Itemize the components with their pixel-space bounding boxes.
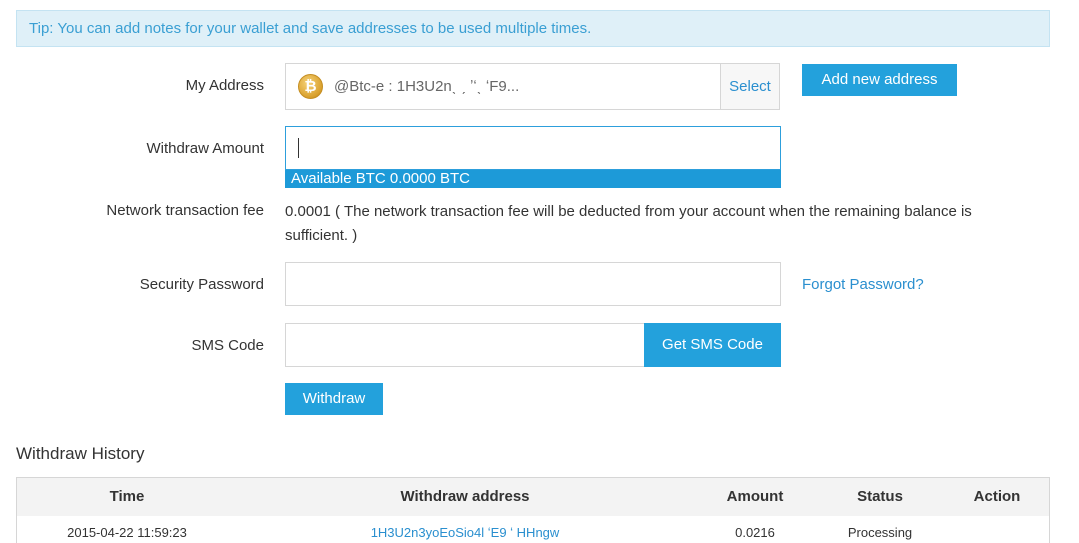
address-selector[interactable]: ₿ @Btc-e : 1H3U2nˎ ˏ ʼʻˎ ʻF9... Select [285, 63, 780, 110]
withdraw-history-table: Time Withdraw address Amount Status Acti… [16, 477, 1050, 543]
selected-address: @Btc-e : 1H3U2nˎ ˏ ʼʻˎ ʻF9... [334, 78, 520, 95]
security-password-label: Security Password [139, 276, 264, 293]
text-caret [298, 138, 299, 158]
column-header-status: Status [857, 488, 903, 505]
withdraw-amount-input[interactable] [285, 126, 781, 170]
sms-code-input[interactable] [285, 323, 645, 367]
sms-code-label: SMS Code [191, 337, 264, 354]
column-header-action: Action [973, 488, 1021, 505]
available-balance-hint: Available BTC 0.0000 BTC [285, 170, 781, 188]
row-address-link[interactable]: 1H3U2n3yoEoSio4l ʻE9 ʻ HHngw [317, 525, 613, 540]
withdraw-button[interactable]: Withdraw [285, 383, 383, 415]
column-header-amount: Amount [726, 488, 784, 505]
add-new-address-button[interactable]: Add new address [802, 64, 957, 96]
my-address-label: My Address [185, 77, 264, 94]
forgot-password-link[interactable]: Forgot Password? [802, 276, 924, 293]
security-password-input[interactable] [285, 262, 781, 306]
select-address-button[interactable]: Select [720, 64, 779, 109]
withdraw-history-title: Withdraw History [16, 444, 145, 463]
network-fee-text: 0.0001 ( The network transaction fee wil… [285, 203, 972, 244]
column-header-address: Withdraw address [400, 488, 530, 505]
bitcoin-icon: ₿ [298, 74, 323, 99]
network-fee-label: Network transaction fee [106, 202, 264, 219]
column-header-time: Time [109, 488, 145, 505]
row-time: 2015-04-22 11:59:23 [67, 525, 187, 540]
row-status: Processing [847, 525, 913, 540]
tip-banner: Tip: You can add notes for your wallet a… [16, 10, 1050, 47]
get-sms-code-button[interactable]: Get SMS Code [644, 323, 781, 367]
table-header: Time Withdraw address Amount Status Acti… [17, 478, 1049, 516]
withdraw-amount-label: Withdraw Amount [146, 140, 264, 157]
row-amount: 0.0216 [735, 525, 775, 540]
